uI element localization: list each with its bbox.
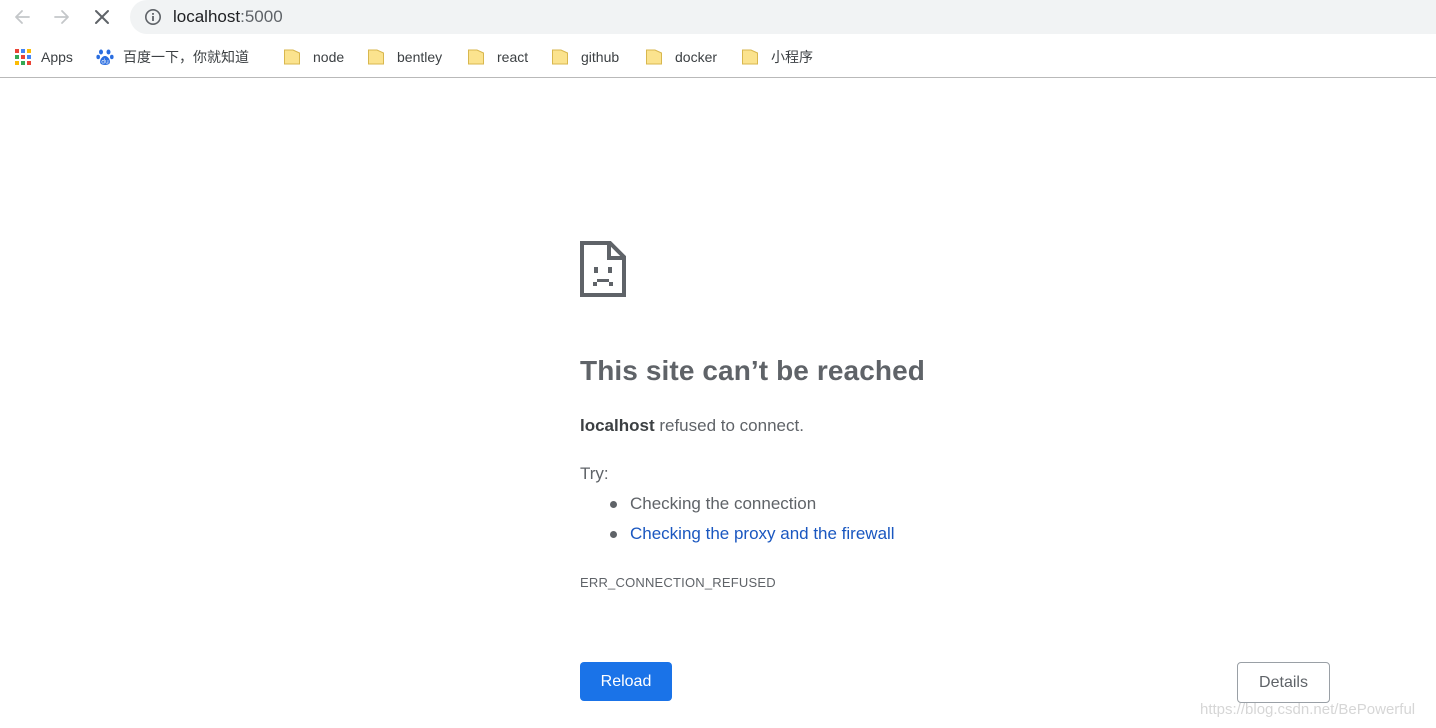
bookmark-folder-bentley[interactable]: bentley	[367, 38, 442, 76]
bookmark-label: node	[313, 49, 345, 65]
url-text[interactable]: localhost:5000	[173, 7, 283, 27]
folder-icon	[468, 49, 484, 65]
error-heading: This site can’t be reached	[580, 355, 925, 386]
error-host: localhost	[580, 416, 655, 435]
browser-toolbar: localhost:5000	[0, 0, 1436, 34]
back-button[interactable]	[8, 3, 36, 31]
address-bar[interactable]: localhost:5000	[130, 0, 1436, 34]
try-label: Try:	[580, 464, 609, 483]
bookmark-baidu[interactable]: du 百度一下，你就知道	[96, 38, 249, 76]
watermark-text: https://blog.csdn.net/BePowerful	[1200, 701, 1416, 718]
bookmark-label: react	[497, 49, 529, 65]
sad-page-icon	[580, 241, 626, 297]
details-button[interactable]: Details	[1237, 662, 1330, 703]
suggestion-item: Checking the connection	[580, 493, 895, 523]
bookmark-folder-react[interactable]: react	[467, 38, 528, 76]
folder-icon	[646, 49, 662, 65]
forward-button[interactable]	[48, 3, 76, 31]
info-icon[interactable]	[144, 8, 162, 26]
suggestion-list: Checking the connection Checking the pro…	[580, 493, 895, 553]
url-host: localhost	[173, 7, 241, 26]
bookmark-folder-node[interactable]: node	[283, 38, 344, 76]
folder-icon	[284, 49, 300, 65]
error-description: localhost refused to connect.	[580, 415, 804, 437]
folder-icon	[368, 49, 384, 65]
reload-button[interactable]: Reload	[580, 662, 672, 701]
folder-icon	[552, 49, 568, 65]
bullet-icon	[610, 531, 617, 538]
bookmark-label: 百度一下，你就知道	[123, 49, 249, 65]
bookmark-label: github	[581, 49, 620, 65]
error-code: ERR_CONNECTION_REFUSED	[580, 575, 776, 590]
bookmark-folder-miniprogram[interactable]: 小程序	[741, 38, 813, 76]
baidu-paw-icon: du	[96, 49, 114, 65]
url-port: :5000	[240, 7, 283, 26]
bullet-icon	[610, 501, 617, 508]
folder-icon	[742, 49, 758, 65]
arrow-right-icon	[54, 10, 69, 24]
close-icon	[95, 10, 109, 24]
bookmark-label: 小程序	[771, 49, 813, 65]
error-message: refused to connect.	[654, 416, 804, 435]
bookmark-label: Apps	[41, 49, 73, 65]
bookmark-label: docker	[675, 49, 718, 65]
bookmarks-bar: Apps du 百度一下，你就知道 node bentley react git…	[0, 38, 1436, 78]
apps-grid-icon	[15, 49, 31, 65]
suggestion-proxy-firewall-link[interactable]: Checking the proxy and the firewall	[630, 524, 895, 543]
bookmark-label: bentley	[397, 49, 443, 65]
svg-text:du: du	[101, 58, 109, 65]
bookmark-folder-github[interactable]: github	[551, 38, 619, 76]
bookmark-folder-docker[interactable]: docker	[645, 38, 717, 76]
suggestion-item: Checking the proxy and the firewall	[580, 523, 895, 553]
arrow-left-icon	[15, 10, 30, 24]
bookmark-apps[interactable]: Apps	[14, 38, 73, 76]
suggestion-check-connection: Checking the connection	[630, 494, 817, 513]
stop-loading-button[interactable]	[88, 3, 116, 31]
